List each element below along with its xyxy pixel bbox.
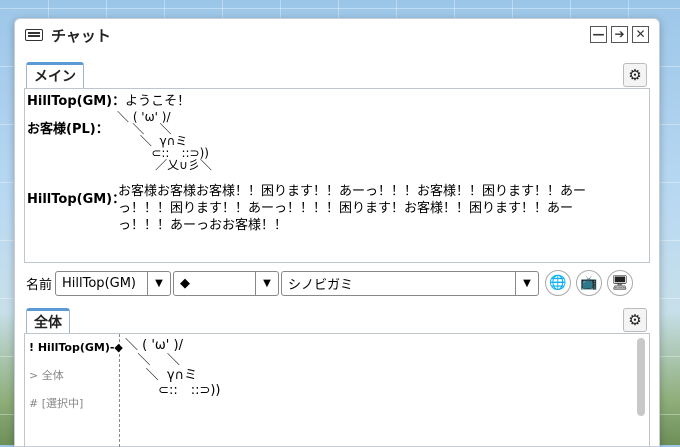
message-2-sender: お客様(PL)： bbox=[27, 122, 109, 137]
name-bar: 名前 HillTop(GM) ▼ ◆ ▼ シノビガミ ▼ 🌐 📺 🖥 bbox=[26, 268, 648, 298]
title-bar[interactable]: チャット — ➔ ✕ bbox=[15, 19, 659, 51]
chevron-down-icon: ▼ bbox=[147, 271, 170, 295]
tv-icon[interactable]: 📺 bbox=[576, 270, 603, 296]
sub-gear-icon[interactable]: ⚙ bbox=[623, 308, 647, 332]
channel-item-all[interactable]: > 全体 bbox=[25, 362, 119, 390]
popout-button[interactable]: ➔ bbox=[611, 26, 628, 43]
close-button[interactable]: ✕ bbox=[632, 26, 649, 43]
sub-ascii-art: ＼ ( 'ω' )/ ＼ ＼ ＼ γ∩ミ ⊂:: ::⊃)) bbox=[125, 338, 221, 398]
scrollbar[interactable] bbox=[637, 338, 645, 416]
message-3-sender: HillTop(GM)： bbox=[27, 192, 126, 207]
name-select[interactable]: HillTop(GM) ▼ bbox=[55, 270, 172, 296]
name-label: 名前 bbox=[26, 277, 53, 293]
window-title: チャット bbox=[51, 26, 111, 45]
game-system-select[interactable]: シノビガミ ▼ bbox=[281, 270, 540, 296]
channel-item-current[interactable]: ! HillTop(GM)-◆ bbox=[25, 334, 123, 362]
main-gear-icon[interactable]: ⚙ bbox=[623, 63, 647, 87]
chat-window: チャット — ➔ ✕ メイン ⚙ HillTop(GM)：ようこそ！ お客様(P… bbox=[14, 18, 660, 447]
chevron-down-icon: ▼ bbox=[515, 271, 538, 295]
channel-list: ! HillTop(GM)-◆ > 全体 # [選択中] bbox=[25, 334, 123, 447]
sub-log: ! HillTop(GM)-◆ > 全体 # [選択中] ＼ ( 'ω' )/ … bbox=[24, 333, 650, 447]
keyboard-icon bbox=[25, 29, 43, 41]
globe-icon[interactable]: 🌐 bbox=[545, 270, 572, 296]
monitor-icon[interactable]: 🖥 bbox=[607, 270, 634, 296]
message-2-ascii-art: ＼ ( 'ω' )/ ＼ ＼ ＼ γ∩ミ ⊂:: ::⊃)) ／乂∪彡＼ bbox=[117, 110, 212, 172]
channel-item-selected[interactable]: # [選択中] bbox=[25, 390, 119, 418]
main-log: HillTop(GM)：ようこそ！ お客様(PL)： ＼ ( 'ω' )/ ＼ … bbox=[24, 88, 650, 263]
message-1: HillTop(GM)：ようこそ！ bbox=[27, 94, 191, 109]
chevron-down-icon: ▼ bbox=[255, 271, 278, 295]
color-select[interactable]: ◆ ▼ bbox=[173, 270, 280, 296]
tab-all[interactable]: 全体 bbox=[26, 308, 70, 334]
tab-main[interactable]: メイン bbox=[26, 62, 84, 88]
message-3-text: お客様お客様お客様！！困ります！！あーっ！！！お客様！！困ります！！あーっ！！！… bbox=[118, 184, 587, 233]
minimize-button[interactable]: — bbox=[590, 26, 607, 43]
